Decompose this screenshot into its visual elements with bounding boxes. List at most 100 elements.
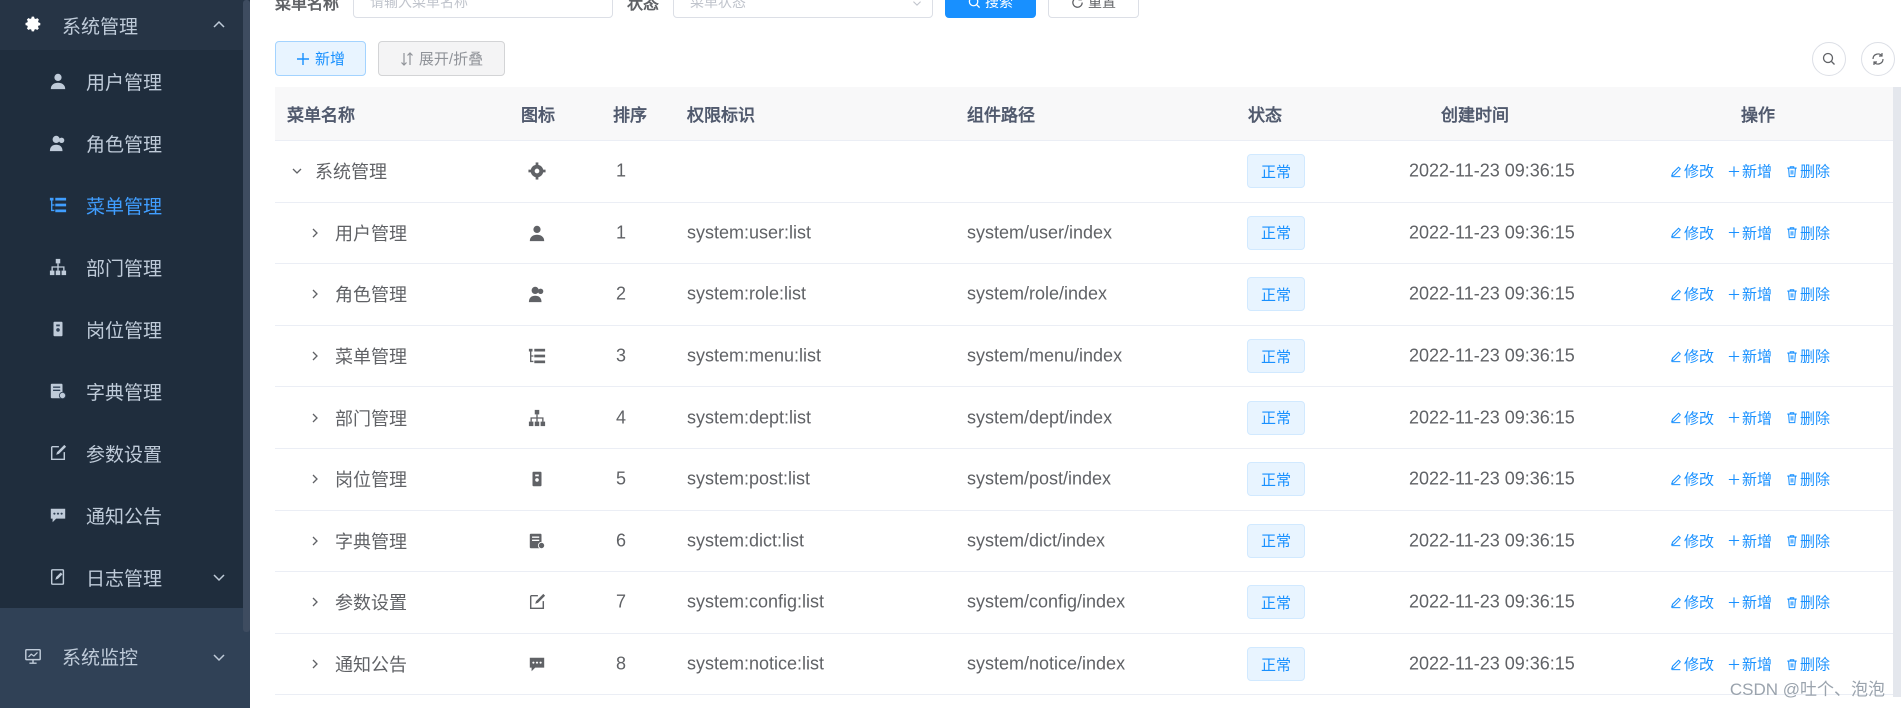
- sidebar-item-roles[interactable]: 角色管理: [0, 112, 250, 174]
- table-row: 岗位管理 5 system:post:list system/post/index 正常…: [275, 449, 1901, 511]
- delete-button[interactable]: 删除: [1786, 161, 1830, 182]
- row-actions: 修改 新增 删除: [1670, 407, 1830, 428]
- cell-name: 岗位管理: [335, 470, 407, 491]
- delete-button[interactable]: 删除: [1786, 284, 1830, 305]
- sidebar-item-menus[interactable]: 菜单管理: [0, 174, 250, 236]
- sidebar-item-depts[interactable]: 部门管理: [0, 236, 250, 298]
- row-actions: 修改 新增 删除: [1670, 161, 1830, 182]
- add-child-button[interactable]: 新增: [1728, 407, 1772, 428]
- cell-created: 2022-11-23 09:36:15: [1409, 283, 1575, 304]
- cell-order: 8: [616, 653, 627, 674]
- log-icon: [48, 567, 68, 587]
- table-scrollbar[interactable]: [1893, 87, 1901, 697]
- expand-collapse-label: 展开/折叠: [418, 51, 484, 68]
- reset-button[interactable]: 重置: [1048, 0, 1140, 18]
- row-actions: 修改 新增 删除: [1670, 346, 1830, 367]
- chevron-right-icon[interactable]: [309, 535, 321, 547]
- refresh-button[interactable]: [1861, 42, 1895, 76]
- header-actions: 操作: [1741, 106, 1775, 125]
- delete-button[interactable]: 删除: [1786, 407, 1830, 428]
- gear-icon: [527, 161, 547, 181]
- add-child-button[interactable]: 新增: [1728, 161, 1772, 182]
- edit-label: 修改: [1684, 348, 1715, 366]
- edit-button[interactable]: 修改: [1670, 654, 1714, 675]
- search-button[interactable]: 搜索: [945, 0, 1037, 18]
- status-badge: 正常: [1247, 523, 1305, 558]
- menu-name-label: 菜单名称: [275, 0, 340, 13]
- cell-perms: system:notice:list: [687, 653, 825, 674]
- table-row: 菜单管理 3 system:menu:list system/menu/index 正常…: [275, 326, 1901, 388]
- cell-name: 字典管理: [335, 531, 407, 552]
- sidebar-item-posts[interactable]: 岗位管理: [0, 298, 250, 360]
- sidebar-item-logs[interactable]: 日志管理: [0, 546, 250, 608]
- delete-button[interactable]: 删除: [1786, 592, 1830, 613]
- edit-icon: [1670, 289, 1682, 301]
- edit-button[interactable]: 修改: [1670, 346, 1714, 367]
- cell-created: 2022-11-23 09:36:15: [1409, 160, 1575, 181]
- peoples-icon: [48, 133, 68, 153]
- add-child-button[interactable]: 新增: [1728, 346, 1772, 367]
- cell-order: 3: [616, 345, 627, 366]
- chevron-down-icon[interactable]: [291, 165, 303, 177]
- edit-button[interactable]: 修改: [1670, 530, 1714, 551]
- edit-button[interactable]: 修改: [1670, 222, 1714, 243]
- sidebar-item-dicts[interactable]: 字典管理: [0, 360, 250, 422]
- sidebar-group-monitor[interactable]: 系统监控: [0, 624, 250, 689]
- delete-button[interactable]: 删除: [1786, 469, 1830, 490]
- add-child-button[interactable]: 新增: [1728, 654, 1772, 675]
- chevron-right-icon[interactable]: [309, 412, 321, 424]
- search-button-label: 搜索: [985, 0, 1014, 10]
- cell-component: system/dict/index: [967, 530, 1106, 551]
- add-button[interactable]: 新增: [275, 41, 366, 76]
- edit-button[interactable]: 修改: [1670, 161, 1714, 182]
- chevron-right-icon[interactable]: [309, 473, 321, 485]
- plus-icon: [1728, 474, 1740, 485]
- cell-perms: system:dict:list: [687, 530, 805, 551]
- header-created: 创建时间: [1441, 106, 1509, 125]
- expand-collapse-button[interactable]: 展开/折叠: [378, 41, 505, 76]
- cell-component: system/post/index: [967, 468, 1112, 489]
- sidebar-item-notices[interactable]: 通知公告: [0, 484, 250, 546]
- chevron-right-icon[interactable]: [309, 596, 321, 608]
- trash-icon: [1787, 658, 1797, 670]
- cell-order: 1: [616, 222, 627, 243]
- table-header: 菜单名称 图标 排序 权限标识 组件路径 状态 创建时间 操作: [275, 87, 1901, 141]
- add-child-button[interactable]: 新增: [1728, 592, 1772, 613]
- delete-button[interactable]: 删除: [1786, 530, 1830, 551]
- chevron-right-icon[interactable]: [309, 350, 321, 362]
- delete-button[interactable]: 删除: [1786, 222, 1830, 243]
- edit-button[interactable]: 修改: [1670, 469, 1714, 490]
- status-select[interactable]: 菜单状态: [673, 0, 934, 18]
- sidebar-scrollbar[interactable]: [243, 0, 250, 632]
- sidebar-group-system[interactable]: 系统管理: [0, 0, 250, 50]
- cell-created: 2022-11-23 09:36:15: [1409, 345, 1575, 366]
- chevron-right-icon[interactable]: [309, 288, 321, 300]
- toggle-search-button[interactable]: [1812, 42, 1846, 76]
- sidebar-item-config[interactable]: 参数设置: [0, 422, 250, 484]
- add-label: 新增: [1742, 225, 1773, 243]
- add-child-button[interactable]: 新增: [1728, 469, 1772, 490]
- sidebar-item-users[interactable]: 用户管理: [0, 50, 250, 112]
- edit-button[interactable]: 修改: [1670, 407, 1714, 428]
- edit-button[interactable]: 修改: [1670, 592, 1714, 613]
- chevron-right-icon[interactable]: [309, 227, 321, 239]
- row-actions: 修改 新增 删除: [1670, 592, 1830, 613]
- cell-component: system/notice/index: [967, 653, 1126, 674]
- delete-button[interactable]: 删除: [1786, 346, 1830, 367]
- add-label: 新增: [1742, 348, 1773, 366]
- trash-icon: [1787, 350, 1797, 362]
- add-label: 新增: [1742, 533, 1773, 551]
- menu-name-input[interactable]: 请输入菜单名称: [353, 0, 614, 18]
- add-child-button[interactable]: 新增: [1728, 284, 1772, 305]
- delete-button[interactable]: 删除: [1786, 654, 1830, 675]
- sidebar-item-label: 角色管理: [86, 134, 163, 156]
- chevron-right-icon[interactable]: [309, 658, 321, 670]
- chevron-down-icon: [213, 574, 225, 582]
- row-actions: 修改 新增 删除: [1670, 222, 1830, 243]
- edit-button[interactable]: 修改: [1670, 284, 1714, 305]
- search-icon: [1822, 52, 1835, 65]
- add-child-button[interactable]: 新增: [1728, 222, 1772, 243]
- add-child-button[interactable]: 新增: [1728, 530, 1772, 551]
- status-badge: 正常: [1247, 585, 1305, 620]
- watermark: CSDN @吐个、泡泡: [1729, 680, 1885, 699]
